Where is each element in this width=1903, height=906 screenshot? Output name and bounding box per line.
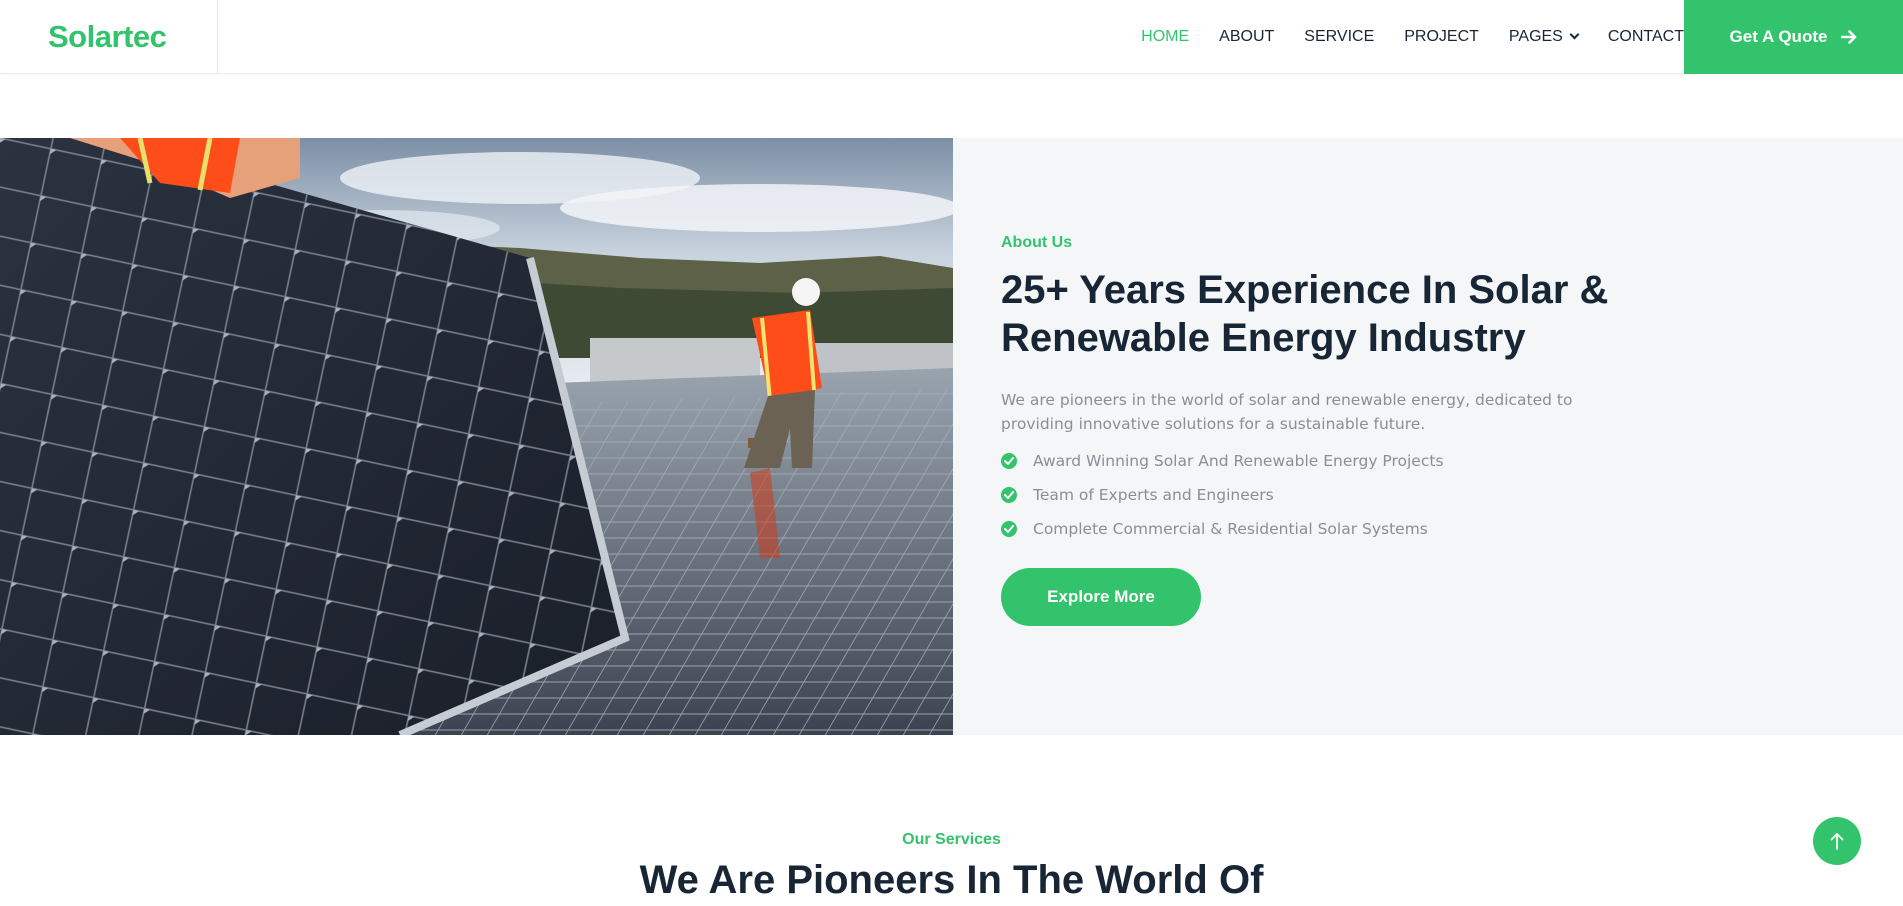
- check-circle-icon: [1001, 487, 1017, 503]
- nav-home[interactable]: HOME: [1141, 28, 1189, 46]
- feature-label: Award Winning Solar And Renewable Energy…: [1033, 452, 1444, 470]
- nav-contact[interactable]: CONTACT: [1608, 28, 1684, 46]
- chevron-down-icon: [1569, 29, 1580, 40]
- about-eyebrow: About Us: [1001, 234, 1073, 251]
- nav-pages-label: PAGES: [1508, 28, 1563, 45]
- feature-item: Award Winning Solar And Renewable Energy…: [1001, 452, 1621, 470]
- feature-label: Team of Experts and Engineers: [1033, 486, 1274, 504]
- nav-project[interactable]: PROJECT: [1404, 28, 1479, 46]
- services-heading: We Are Pioneers In The World Of: [639, 858, 1264, 902]
- get-a-quote-label: Get A Quote: [1729, 27, 1828, 46]
- brand-logo[interactable]: Solartec: [0, 0, 218, 74]
- main-nav: HOME ABOUT SERVICE PROJECT PAGES CONTACT: [1111, 0, 1684, 74]
- brand-name[interactable]: Solartec: [48, 19, 167, 55]
- back-to-top-button[interactable]: [1813, 817, 1861, 865]
- get-a-quote-button[interactable]: Get A Quote: [1684, 0, 1903, 74]
- check-circle-icon: [1001, 453, 1017, 469]
- feature-item: Team of Experts and Engineers: [1001, 486, 1621, 504]
- about-content: About Us 25+ Years Experience In Solar &…: [1001, 234, 1621, 626]
- check-circle-icon: [1001, 521, 1017, 537]
- feature-item: Complete Commercial & Residential Solar …: [1001, 520, 1621, 538]
- about-section: About Us 25+ Years Experience In Solar &…: [0, 138, 1903, 735]
- feature-label: Complete Commercial & Residential Solar …: [1033, 520, 1428, 538]
- arrow-right-icon: [1841, 30, 1857, 44]
- nav-pages[interactable]: PAGES: [1508, 28, 1580, 46]
- about-description: We are pioneers in the world of solar an…: [1001, 391, 1573, 433]
- nav-service[interactable]: SERVICE: [1304, 28, 1374, 46]
- nav-about[interactable]: ABOUT: [1219, 28, 1274, 46]
- arrow-up-icon: [1830, 832, 1844, 850]
- services-eyebrow: Our Services: [902, 831, 1001, 848]
- navbar: Solartec HOME ABOUT SERVICE PROJECT PAGE…: [0, 0, 1903, 74]
- about-heading: 25+ Years Experience In Solar & Renewabl…: [1001, 268, 1609, 360]
- explore-more-button[interactable]: Explore More: [1001, 568, 1201, 626]
- solar-panel-workers-photo: [0, 138, 953, 735]
